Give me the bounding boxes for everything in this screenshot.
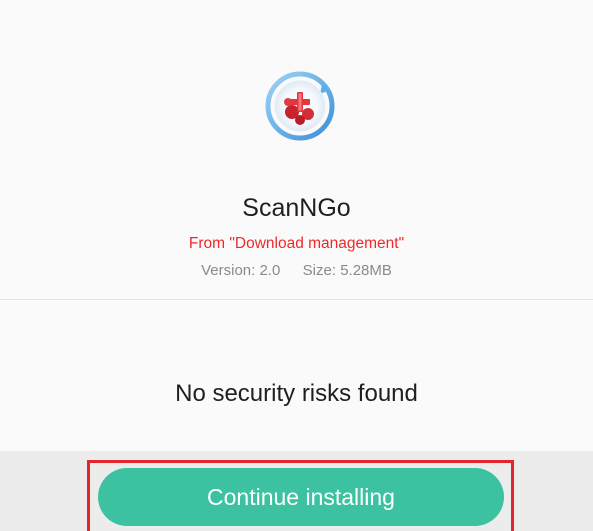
- security-result-section: No security risks found: [0, 300, 593, 451]
- install-screen: ScanNGo From "Download management" Versi…: [0, 0, 593, 531]
- size-value: 5.28MB: [340, 262, 392, 279]
- version-label: Version:: [201, 262, 256, 279]
- size-label: Size:: [302, 262, 337, 279]
- app-source: From "Download management": [188, 235, 405, 252]
- app-name: ScanNGo: [242, 194, 351, 222]
- security-result-message: No security risks found: [175, 380, 418, 407]
- version-value: 2.0: [259, 262, 281, 279]
- app-info-section: ScanNGo From "Download management" Versi…: [0, 0, 593, 300]
- app-meta: Version: 2.0 Size: 5.28MB: [0, 261, 593, 281]
- scanngo-app-icon: [265, 71, 335, 141]
- highlight-box: [87, 460, 514, 531]
